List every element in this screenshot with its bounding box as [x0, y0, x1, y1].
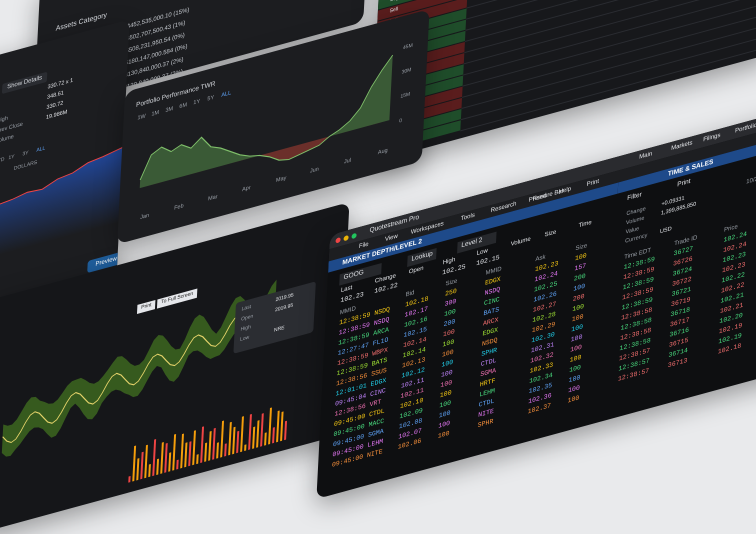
column-header: Last	[340, 284, 353, 295]
volume-bar	[248, 413, 252, 450]
volume-bar	[200, 426, 205, 464]
volume-bar	[276, 410, 280, 443]
volume-bar	[160, 442, 164, 474]
volume-bar	[212, 427, 216, 460]
row-divider	[460, 45, 756, 132]
quote-value: 102.23	[340, 290, 364, 305]
column-header: Time	[578, 219, 592, 230]
tooltip-label: High	[240, 324, 251, 333]
row-divider	[460, 34, 756, 121]
column-header: High	[442, 256, 456, 267]
volume-bar	[128, 475, 131, 483]
volume-bar	[204, 442, 208, 462]
column-header: Size	[544, 229, 557, 239]
volume-bar	[224, 443, 227, 457]
tns-col-header: Trade ID	[673, 235, 698, 248]
volume-bar	[252, 426, 256, 449]
volume-bar	[148, 463, 151, 478]
tooltip-label: Low	[239, 334, 250, 344]
date-label: 10/28/2023	[746, 171, 756, 186]
volume-bar	[220, 420, 225, 458]
volume-bar	[192, 430, 196, 466]
tns-cell: 36713	[667, 356, 688, 370]
volume-bar	[280, 411, 284, 442]
gain-area	[139, 55, 393, 189]
tns-info-label: Volume	[625, 215, 645, 227]
lookup-button[interactable]: Lookup	[407, 247, 437, 267]
volume-bar	[272, 427, 275, 444]
volume-bar	[256, 420, 260, 448]
volume-bar	[236, 430, 240, 454]
row-divider	[462, 12, 756, 98]
volume-bar	[152, 439, 157, 477]
depth-cell: SPHR	[477, 417, 494, 430]
tooltip-label: Open	[240, 313, 254, 323]
quote-value: 102.15	[476, 253, 500, 268]
row-divider	[462, 1, 756, 87]
volume-bar	[168, 452, 172, 472]
volume-bar	[244, 444, 247, 452]
volume-bar	[284, 420, 288, 441]
volume-bar	[264, 432, 267, 446]
print-tns-button[interactable]: Print	[677, 178, 691, 189]
filter-button[interactable]: Filter	[627, 191, 642, 203]
quote-value: 102.25	[442, 263, 466, 277]
column-header: Volume	[510, 236, 531, 248]
row-divider	[463, 0, 756, 65]
tooltip-value: 2019.95	[274, 302, 294, 314]
row-divider	[465, 0, 756, 31]
volume-bar	[144, 444, 148, 479]
depth-col-header: Size	[445, 278, 458, 288]
volume-bar	[136, 458, 140, 481]
volume-bar	[132, 445, 137, 482]
depth-cell: 100	[567, 394, 580, 405]
volume-bar	[260, 413, 264, 447]
volume-bar	[172, 433, 177, 471]
quote-value: 102.22	[374, 281, 398, 296]
volume-bar	[216, 442, 219, 459]
volume-bar	[184, 442, 188, 468]
volume-bar	[188, 441, 192, 467]
volume-bar	[240, 416, 244, 453]
row-divider	[461, 23, 756, 110]
volume-bar	[208, 430, 212, 461]
volume-bar	[232, 426, 236, 455]
volume-bar	[164, 442, 168, 473]
depth-col-header: Bid	[405, 290, 415, 299]
depth-cell: 100	[437, 429, 450, 441]
volume-bar	[156, 458, 160, 475]
volume-bar	[140, 451, 144, 480]
column-header: Open	[408, 265, 424, 276]
volume-bar	[228, 421, 232, 456]
depth-col-header: Size	[575, 243, 588, 253]
volume-bar	[268, 407, 272, 445]
menu-item[interactable]: View	[385, 234, 398, 244]
depth-col-header: Ask	[535, 254, 546, 264]
menu-item[interactable]: File	[359, 241, 369, 250]
volume-bar	[180, 433, 184, 469]
tooltip-label: Last	[241, 303, 252, 313]
tns-info-value: USD	[659, 225, 672, 236]
tns-info-label: Currency	[624, 232, 648, 245]
column-header: Low	[476, 248, 488, 258]
tooltip-value: NRE	[273, 324, 285, 334]
volume-bar	[176, 459, 179, 470]
volume-bar	[196, 454, 199, 465]
axis-label: 0	[399, 117, 403, 125]
